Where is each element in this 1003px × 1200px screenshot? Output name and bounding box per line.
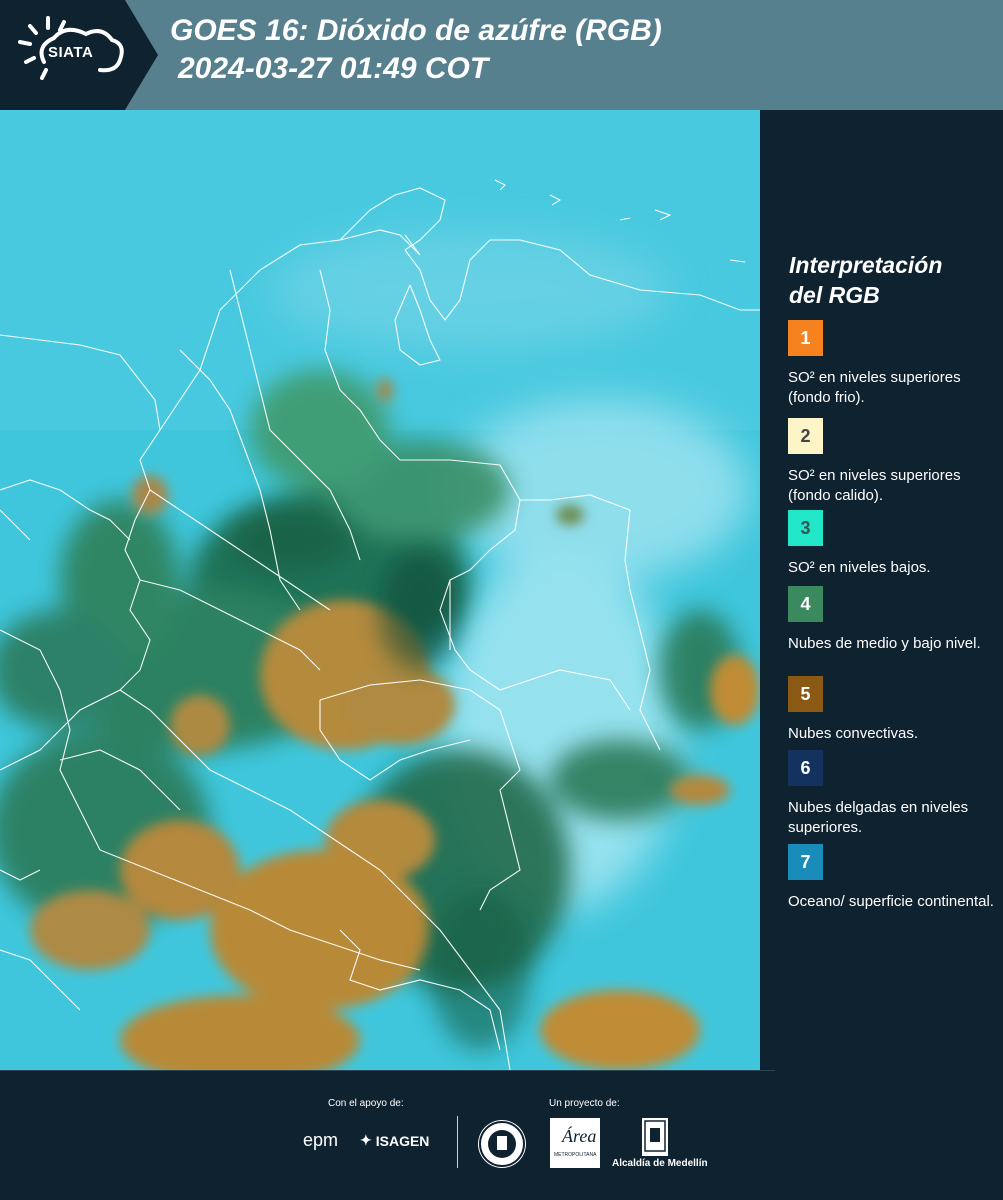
page-timestamp: 2024-03-27 01:49 COT — [178, 52, 489, 85]
isagen-icon: ✦ — [360, 1132, 372, 1148]
page-title: GOES 16: Dióxido de azúfre (RGB) — [170, 14, 662, 47]
area-metropolitana-logo[interactable]: Área METROPOLITANA — [550, 1118, 600, 1168]
footer: Con el apoyo de: Un proyecto de: epm ✦ I… — [0, 1070, 1003, 1200]
legend-swatch: 1 — [788, 320, 823, 356]
legend-number: 5 — [800, 683, 811, 704]
alcaldia-label: Alcaldía de Medellín — [612, 1158, 708, 1169]
legend-swatch: 3 — [788, 510, 823, 546]
legend-item-1: 1 SO² en niveles superiores (fondo frio)… — [788, 320, 998, 408]
legend-item-3: 3 SO² en niveles bajos. — [788, 510, 998, 578]
legend-label: Nubes de medio y bajo nivel. — [788, 635, 981, 652]
satellite-map[interactable] — [0, 110, 760, 1070]
legend-label: SO² en niveles superiores (fondo calido)… — [788, 467, 961, 504]
area-logo-text: Área — [562, 1126, 597, 1146]
satellite-image — [0, 110, 760, 1070]
legend-title: Interpretación del RGB — [789, 250, 999, 310]
legend-swatch: 5 — [788, 676, 823, 712]
legend-number: 1 — [800, 327, 811, 348]
legend-panel: Interpretación del RGB 1 SO² en niveles … — [760, 110, 1003, 1070]
alcaldia-shield-icon[interactable] — [642, 1118, 668, 1156]
project-label: Un proyecto de: — [549, 1098, 620, 1109]
siata-logo[interactable]: SIATA — [0, 0, 158, 110]
legend-label: SO² en niveles superiores (fondo frio). — [788, 369, 961, 406]
sponsor-divider — [457, 1116, 458, 1168]
legend-item-7: 7 Oceano/ superficie continental. — [788, 844, 998, 912]
legend-title-line2: del RGB — [789, 282, 880, 308]
area-logo-subtitle: METROPOLITANA — [554, 1152, 597, 1158]
legend-swatch: 2 — [788, 418, 823, 454]
legend-title-line1: Interpretación — [789, 252, 943, 278]
legend-item-2: 2 SO² en niveles superiores (fondo calid… — [788, 418, 998, 506]
legend-label: SO² en niveles bajos. — [788, 559, 931, 576]
legend-swatch: 6 — [788, 750, 823, 786]
isagen-label: ISAGEN — [375, 1132, 430, 1149]
medellin-seal-icon[interactable] — [478, 1120, 526, 1168]
legend-swatch: 4 — [788, 586, 823, 622]
epm-logo[interactable]: epm — [303, 1130, 338, 1151]
legend-number: 4 — [800, 593, 811, 614]
legend-item-4: 4 Nubes de medio y bajo nivel. — [788, 586, 998, 654]
legend-label: Oceano/ superficie continental. — [788, 893, 994, 910]
legend-item-5: 5 Nubes convectivas. — [788, 676, 998, 744]
legend-label: Nubes delgadas en niveles superiores. — [788, 799, 969, 836]
legend-number: 7 — [800, 851, 811, 872]
legend-label: Nubes convectivas. — [788, 725, 919, 742]
legend-item-6: 6 Nubes delgadas en niveles superiores. — [788, 750, 998, 838]
logo-text: SIATA — [48, 44, 94, 61]
legend-swatch: 7 — [788, 844, 823, 880]
legend-number: 3 — [800, 517, 811, 538]
legend-number: 6 — [800, 757, 811, 778]
footer-divider-line — [0, 1070, 775, 1071]
legend-number: 2 — [800, 425, 811, 446]
shield-graphic — [644, 1120, 666, 1152]
isagen-logo[interactable]: ✦ ISAGEN — [360, 1132, 429, 1149]
support-label: Con el apoyo de: — [328, 1098, 404, 1109]
seal-graphic — [479, 1121, 525, 1167]
header-bar: SIATA GOES 16: Dióxido de azúfre (RGB) 2… — [0, 0, 1003, 110]
